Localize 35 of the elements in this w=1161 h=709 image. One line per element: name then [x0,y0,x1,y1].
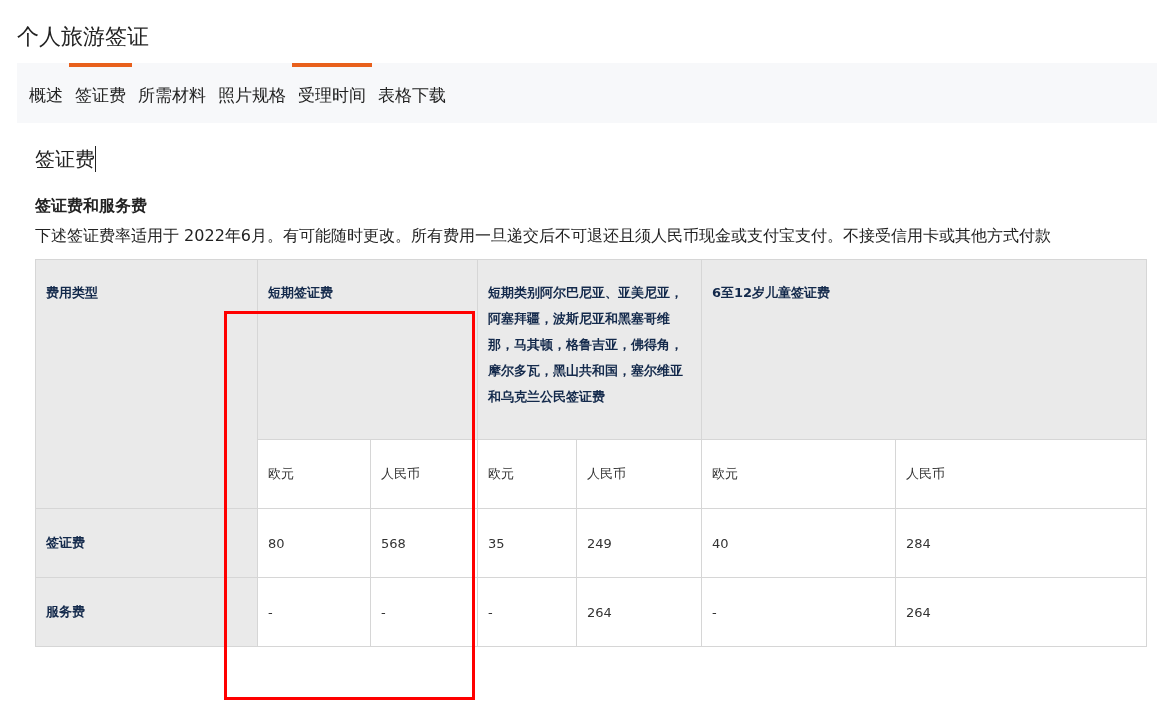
column-subheader: 人民币 [577,440,702,509]
table-cell: 264 [577,578,702,647]
tab[interactable]: 照片规格 [212,63,292,123]
table-cell: - [371,578,478,647]
column-subheader: 欧元 [478,440,577,509]
tab[interactable]: 受理时间 [292,63,372,123]
text-cursor [95,146,96,172]
page-title: 个人旅游签证 [16,23,150,51]
table-cell: - [258,578,371,647]
column-header: 短期签证费 [258,260,478,440]
column-header: 费用类型 [36,260,258,509]
tab[interactable]: 签证费 [69,63,132,123]
table-cell: - [702,578,896,647]
tab[interactable]: 概述 [23,63,69,123]
column-subheader: 欧元 [258,440,371,509]
subsection-title: 签证费和服务费 [35,196,148,217]
tab[interactable]: 表格下载 [372,63,452,123]
table-cell: - [478,578,577,647]
table-cell: 249 [577,509,702,578]
table-cell: 80 [258,509,371,578]
tab[interactable]: 所需材料 [132,63,212,123]
row-header: 签证费 [36,509,258,578]
column-subheader: 欧元 [702,440,896,509]
fee-note: 下述签证费率适用于 2022年6月。有可能随时更改。所有费用一旦递交后不可退还且须人民币现金或支付宝支付。不接受信用卡或其他方式付款 [35,225,1052,247]
row-header: 服务费 [36,578,258,647]
table-cell: 264 [896,578,1147,647]
column-header: 6至12岁儿童签证费 [702,260,1147,440]
column-header: 短期类别阿尔巴尼亚、亚美尼亚，阿塞拜疆，波斯尼亚和黑塞哥维那，马其顿，格鲁吉亚，佛得角，摩尔多瓦，黑山共和国，塞尔维亚和乌克兰公民签证费 [478,260,702,440]
table-cell: 568 [371,509,478,578]
table-cell: 40 [702,509,896,578]
table-cell: 284 [896,509,1147,578]
column-subheader: 人民币 [371,440,478,509]
section-title: 签证费 [35,145,95,173]
table-cell: 35 [478,509,577,578]
column-subheader: 人民币 [896,440,1147,509]
